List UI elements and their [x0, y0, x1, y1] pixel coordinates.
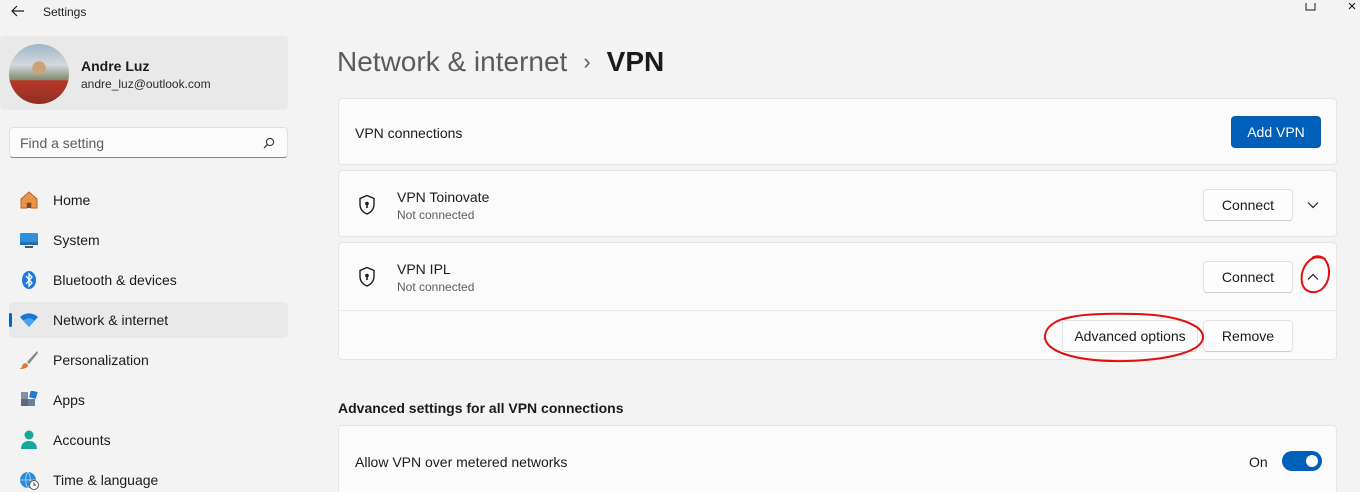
chevron-up-icon — [1307, 273, 1319, 280]
sidebar-item-label: Accounts — [53, 432, 111, 448]
breadcrumb-parent[interactable]: Network & internet — [337, 46, 567, 78]
app-title: Settings — [43, 5, 87, 19]
vpn-name: VPN Toinovate — [397, 189, 490, 205]
advanced-settings-heading: Advanced settings for all VPN connection… — [338, 400, 624, 416]
metered-setting-card: Allow VPN over metered networks On — [338, 425, 1337, 492]
sidebar-item-network[interactable]: Network & internet — [9, 302, 288, 338]
sidebar-item-personalization[interactable]: Personalization — [9, 342, 288, 378]
person-icon — [19, 430, 39, 450]
user-name: Andre Luz — [81, 58, 150, 74]
home-icon — [19, 190, 39, 210]
metered-toggle[interactable] — [1282, 451, 1322, 471]
search-input[interactable] — [20, 134, 250, 152]
vpn-connections-card: VPN connections Add VPN — [338, 98, 1337, 165]
wifi-icon — [19, 310, 39, 330]
profile-card[interactable]: Andre Luz andre_luz@outlook.com — [0, 36, 288, 110]
sidebar-item-bluetooth[interactable]: Bluetooth & devices — [9, 262, 288, 298]
expand-button[interactable] — [1297, 189, 1329, 221]
vpn-item-ipl[interactable]: VPN IPL Not connected Connect Advanced o… — [338, 242, 1337, 360]
vpn-connections-title: VPN connections — [355, 125, 463, 141]
sidebar-item-label: Home — [53, 192, 91, 208]
sidebar-item-label: Time & language — [53, 472, 159, 488]
back-arrow-icon — [11, 5, 24, 17]
monitor-icon — [19, 230, 39, 250]
globe-clock-icon — [19, 470, 39, 490]
sidebar-item-label: System — [53, 232, 100, 248]
advanced-options-button[interactable]: Advanced options — [1062, 320, 1198, 352]
sidebar-item-accounts[interactable]: Accounts — [9, 422, 288, 458]
back-button[interactable] — [8, 2, 28, 20]
breadcrumb: Network & internet › VPN — [337, 44, 664, 80]
vpn-status: Not connected — [397, 208, 475, 222]
toggle-state-label: On — [1249, 454, 1268, 470]
sidebar-item-label: Personalization — [53, 352, 149, 368]
page-title: VPN — [606, 46, 665, 77]
metered-label: Allow VPN over metered networks — [355, 454, 568, 470]
connect-button[interactable]: Connect — [1203, 189, 1293, 221]
bluetooth-icon — [19, 270, 39, 290]
sidebar-item-apps[interactable]: Apps — [9, 382, 288, 418]
sidebar-item-label: Network & internet — [53, 312, 169, 328]
shield-lock-icon — [359, 194, 375, 215]
divider — [339, 310, 1336, 311]
sidebar-item-label: Apps — [53, 392, 85, 408]
toggle-knob — [1306, 455, 1318, 467]
user-email: andre_luz@outlook.com — [81, 77, 211, 91]
brush-icon — [19, 350, 39, 370]
sidebar-item-label: Bluetooth & devices — [53, 272, 177, 288]
sidebar-item-system[interactable]: System — [9, 222, 288, 258]
search-icon[interactable] — [263, 137, 275, 149]
close-button[interactable] — [1348, 0, 1360, 10]
add-vpn-button[interactable]: Add VPN — [1231, 116, 1321, 148]
apps-icon — [19, 390, 39, 410]
title-bar: Settings — [0, 0, 1360, 22]
shield-lock-icon — [359, 266, 375, 287]
chevron-right-icon: › — [583, 49, 591, 74]
sidebar-item-home[interactable]: Home — [9, 182, 288, 218]
collapse-button[interactable] — [1297, 261, 1329, 293]
avatar — [9, 44, 69, 104]
vpn-name: VPN IPL — [397, 261, 451, 277]
close-icon — [1348, 2, 1356, 10]
connect-button[interactable]: Connect — [1203, 261, 1293, 293]
maximize-button[interactable] — [1305, 0, 1325, 11]
vpn-item-toinovate[interactable]: VPN Toinovate Not connected Connect — [338, 170, 1337, 237]
remove-button[interactable]: Remove — [1203, 320, 1293, 352]
sidebar-item-time-language[interactable]: Time & language — [9, 462, 288, 492]
search-box[interactable] — [9, 127, 288, 158]
maximize-icon — [1305, 0, 1316, 11]
chevron-down-icon — [1307, 202, 1319, 209]
vpn-status: Not connected — [397, 280, 475, 294]
